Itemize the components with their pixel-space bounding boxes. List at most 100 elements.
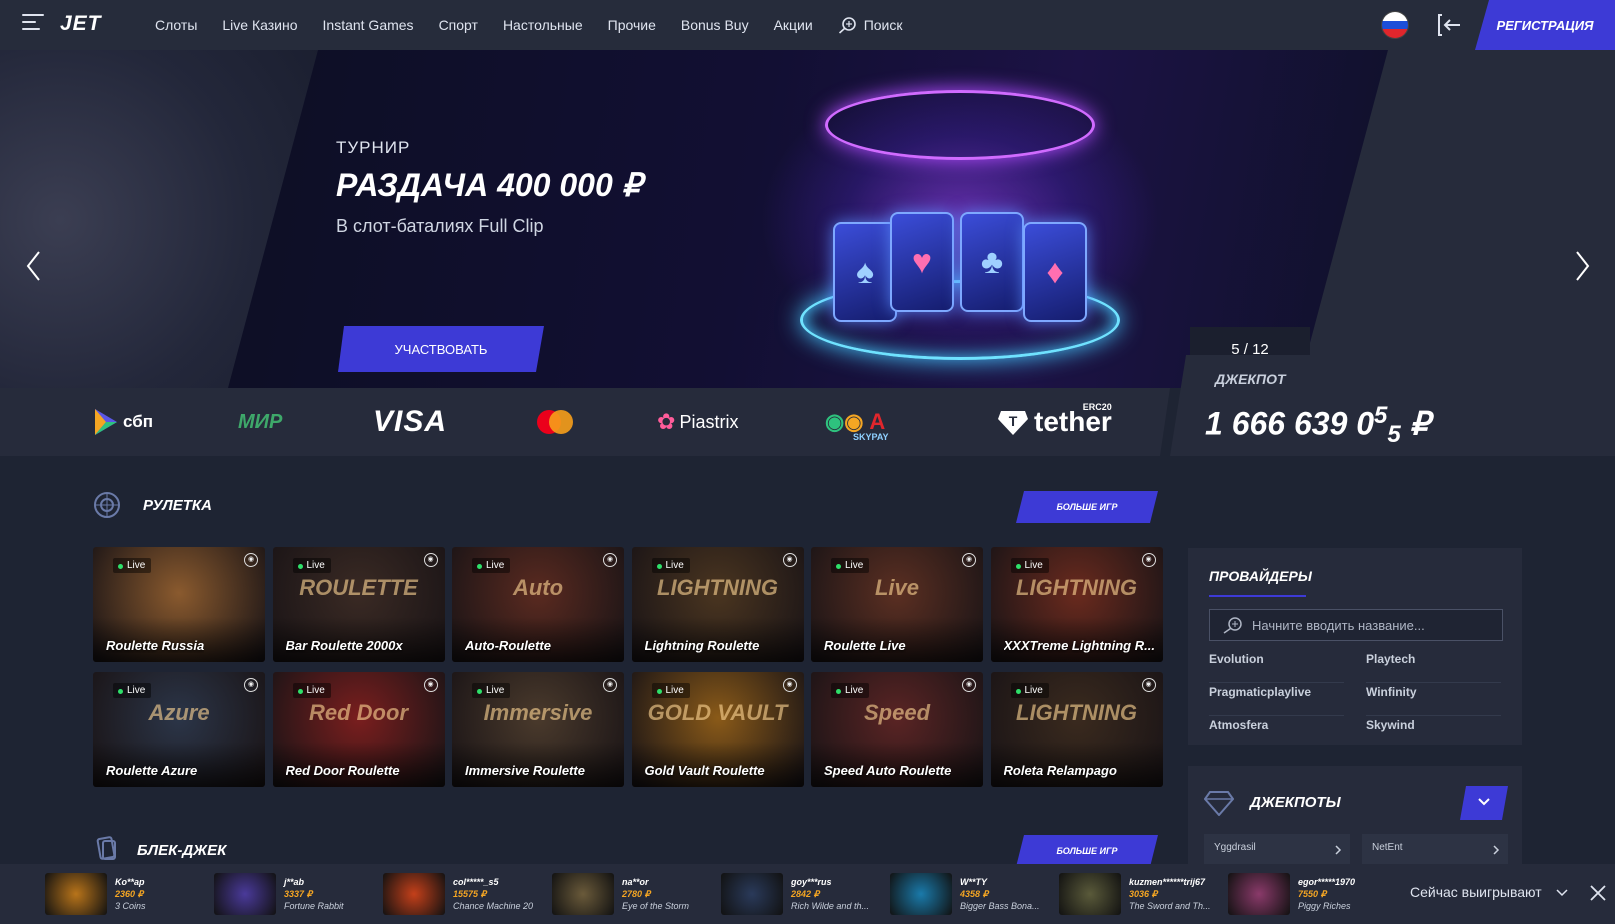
game-tile[interactable]: Live ◉ Auto Auto-Roulette xyxy=(452,547,624,662)
banner-kicker: ТУРНИР xyxy=(336,138,411,157)
game-artwork-text: LIGHTNING xyxy=(657,575,778,600)
provider-badge-icon: ◉ xyxy=(244,553,258,567)
top-header: JET Слоты Live Казино Instant Games Спор… xyxy=(0,0,1615,50)
game-thumbnail xyxy=(721,873,783,915)
recent-win-item[interactable]: egor*****1970 7550 ₽ Piggy Riches xyxy=(1228,872,1355,916)
game-title: Roulette Azure xyxy=(106,763,198,778)
win-amount: 7550 ₽ xyxy=(1298,889,1327,899)
nav-bonus-buy[interactable]: Bonus Buy xyxy=(681,17,749,33)
language-flag-icon[interactable] xyxy=(1381,11,1409,39)
provider-skywind[interactable]: Skywind xyxy=(1366,716,1501,749)
win-game: Rich Wilde and th... xyxy=(791,901,869,911)
mastercard-logo xyxy=(535,388,575,456)
blackjack-more-button[interactable]: БОЛЬШЕ ИГР xyxy=(1016,835,1158,867)
provider-badge-icon: ◉ xyxy=(603,553,617,567)
live-badge: Live xyxy=(651,683,690,698)
provider-pragmaticplaylive[interactable]: Pragmaticplaylive xyxy=(1209,683,1344,716)
providers-panel: ПРОВАЙДЕРЫ Начните вводить название... E… xyxy=(1188,548,1522,745)
next-slide-icon[interactable] xyxy=(1572,246,1592,286)
recent-win-item[interactable]: col*****_s5 15575 ₽ Chance Machine 20 xyxy=(383,872,533,916)
recent-win-item[interactable]: Ko**ap 2360 ₽ 3 Coins xyxy=(45,872,146,916)
chevron-down-icon xyxy=(1477,797,1491,807)
provider-badge-icon: ◉ xyxy=(962,678,976,692)
club-card-icon: ♣ xyxy=(960,212,1024,312)
jackpots-title: ДЖЕКПОТЫ xyxy=(1250,794,1341,811)
provider-playtech[interactable]: Playtech xyxy=(1366,650,1501,683)
provider-badge-icon: ◉ xyxy=(962,553,976,567)
recent-win-item[interactable]: na**or 2780 ₽ Eye of the Storm xyxy=(552,872,689,916)
blackjack-section-title: БЛЕК-ДЖЕК xyxy=(137,842,227,859)
game-title: Immersive Roulette xyxy=(465,763,585,778)
mir-logo: МИР xyxy=(238,410,283,433)
menu-icon[interactable] xyxy=(22,14,44,32)
provider-search-input[interactable]: Начните вводить название... xyxy=(1209,609,1503,641)
jackpots-panel: ДЖЕКПОТЫ Yggdrasil NetEnt xyxy=(1188,766,1522,866)
game-tile[interactable]: Live ◉ Immersive Immersive Roulette xyxy=(452,672,624,787)
sbp-icon xyxy=(93,407,119,437)
provider-evolution[interactable]: Evolution xyxy=(1209,650,1344,683)
game-tile[interactable]: Live ◉ Azure Roulette Azure xyxy=(93,672,265,787)
nav-live-casino[interactable]: Live Казино xyxy=(222,17,297,33)
participate-button[interactable]: УЧАСТВОВАТЬ xyxy=(338,326,544,372)
nav-sport[interactable]: Спорт xyxy=(439,17,478,33)
neon-ring-top xyxy=(825,90,1095,160)
game-title: Roulette Live xyxy=(824,638,906,653)
logo[interactable]: JET xyxy=(60,12,102,36)
win-game: Eye of the Storm xyxy=(622,901,690,911)
piastrix-flower-icon: ✿ xyxy=(657,409,676,434)
winner-name: kuzmen******trij67 xyxy=(1129,877,1206,887)
jackpot-card-netent[interactable]: NetEnt xyxy=(1362,834,1508,866)
now-winning-toggle[interactable]: Сейчас выигрывают xyxy=(1410,884,1568,900)
visa-logo: VISA xyxy=(373,405,448,438)
skypay-logo: ◉ ◉ A SKYPAY xyxy=(825,409,889,442)
game-artwork-text: Auto xyxy=(512,575,564,600)
search-link[interactable]: Поиск xyxy=(838,16,903,34)
game-tile[interactable]: Live ◉ Speed Speed Auto Roulette xyxy=(811,672,983,787)
close-icon[interactable] xyxy=(1589,884,1607,902)
game-tile[interactable]: Live ◉ Live Roulette Live xyxy=(811,547,983,662)
live-badge: Live xyxy=(113,558,152,573)
provider-badge-icon: ◉ xyxy=(1141,678,1156,692)
game-tile[interactable]: Live ◉ GOLD VAULT Gold Vault Roulette xyxy=(631,672,804,787)
nav-instant-games[interactable]: Instant Games xyxy=(323,17,414,33)
roulette-icon xyxy=(94,492,120,518)
game-tile[interactable]: Live ◉ Roulette Russia xyxy=(93,547,265,662)
game-title: Auto-Roulette xyxy=(465,638,551,653)
game-tile[interactable]: Live ◉ Red Door Red Door Roulette xyxy=(272,672,445,787)
game-tile[interactable]: Live ◉ LIGHTNING Roleta Relampago xyxy=(990,672,1163,787)
search-icon xyxy=(1223,617,1242,634)
win-game: Bigger Bass Bona... xyxy=(960,901,1040,911)
recent-win-item[interactable]: W**TY 4358 ₽ Bigger Bass Bona... xyxy=(890,872,1040,916)
game-title: Red Door Roulette xyxy=(285,763,400,778)
login-icon[interactable] xyxy=(1436,12,1462,38)
provider-atmosfera[interactable]: Atmosfera xyxy=(1209,716,1344,749)
provider-badge-icon: ◉ xyxy=(244,678,258,692)
providers-title: ПРОВАЙДЕРЫ xyxy=(1209,568,1312,584)
jackpot-card-yggdrasil[interactable]: Yggdrasil xyxy=(1204,834,1350,866)
live-badge: Live xyxy=(472,558,511,573)
provider-winfinity[interactable]: Winfinity xyxy=(1366,683,1501,716)
prev-slide-icon[interactable] xyxy=(24,246,44,286)
nav-other[interactable]: Прочие xyxy=(608,17,656,33)
nav-promos[interactable]: Акции xyxy=(774,17,813,33)
recent-win-item[interactable]: goy***rus 2842 ₽ Rich Wilde and th... xyxy=(721,872,869,916)
game-artwork-text: GOLD VAULT xyxy=(647,700,788,725)
jackpots-toggle-button[interactable] xyxy=(1460,786,1508,820)
game-thumbnail xyxy=(1228,873,1290,915)
nav-slots[interactable]: Слоты xyxy=(155,17,197,33)
recent-win-item[interactable]: j**ab 3337 ₽ Fortune Rabbit xyxy=(214,872,344,916)
game-tile[interactable]: Live ◉ LIGHTNING Lightning Roulette xyxy=(631,547,804,662)
winner-name: W**TY xyxy=(960,877,987,887)
game-tile[interactable]: Live ◉ ROULETTE Bar Roulette 2000x xyxy=(272,547,445,662)
nav-table[interactable]: Настольные xyxy=(503,17,583,33)
recent-win-item[interactable]: kuzmen******trij67 3036 ₽ The Sword and Th… xyxy=(1059,872,1211,916)
crypto-icon: ◉ xyxy=(825,409,845,434)
diamond-card-icon: ♦ xyxy=(1023,222,1087,322)
game-tile[interactable]: Live ◉ LIGHTNING XXXTreme Lightning R... xyxy=(990,547,1163,662)
roulette-more-button[interactable]: БОЛЬШЕ ИГР xyxy=(1016,491,1158,523)
jackpot-value: 1 666 639 055 ₽ xyxy=(1205,402,1431,449)
game-artwork-text: Azure xyxy=(148,700,210,725)
provider-badge-icon: ◉ xyxy=(423,553,438,567)
register-button[interactable]: РЕГИСТРАЦИЯ xyxy=(1475,0,1615,50)
banner-subtitle: В слот-баталиях Full Clip xyxy=(336,216,544,236)
